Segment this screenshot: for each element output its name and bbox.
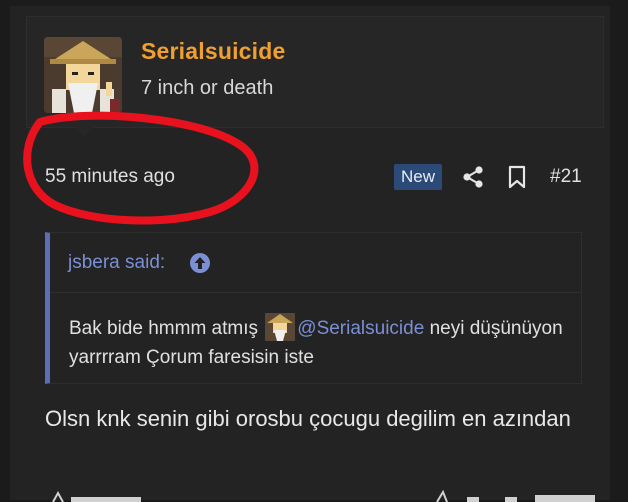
new-badge: New (394, 164, 442, 190)
arrow-up-circle-icon[interactable] (189, 252, 211, 274)
bookmark-icon[interactable] (506, 165, 528, 189)
quote-text-start: Bak bide hmmm atmış (69, 318, 258, 339)
quote-author-link[interactable]: jsbera said: (68, 252, 165, 274)
mention-avatar (265, 313, 296, 341)
user-title: 7 inch or death (141, 77, 274, 99)
quote-text: Bak bide hmmm atmış @Serialsuicide neyi … (69, 313, 569, 372)
post-divider (10, 0, 610, 6)
post-number-link[interactable]: #21 (550, 166, 582, 188)
post-timestamp[interactable]: 55 minutes ago (45, 166, 175, 188)
user-header-caret (72, 125, 96, 137)
share-icon[interactable] (462, 165, 484, 189)
avatar[interactable] (44, 37, 122, 113)
quote-header: jsbera said: (50, 233, 581, 293)
post-username[interactable]: Serialsuicide (141, 38, 286, 65)
quote-block: jsbera said: Bak bide hmmm atmış @Serial… (45, 232, 582, 384)
left-gutter (0, 0, 10, 500)
post-body: Olsn knk senin gibi orosbu çocugu degili… (45, 406, 571, 431)
user-mention-link[interactable]: @Serialsuicide (297, 318, 424, 339)
right-gutter (610, 0, 628, 500)
